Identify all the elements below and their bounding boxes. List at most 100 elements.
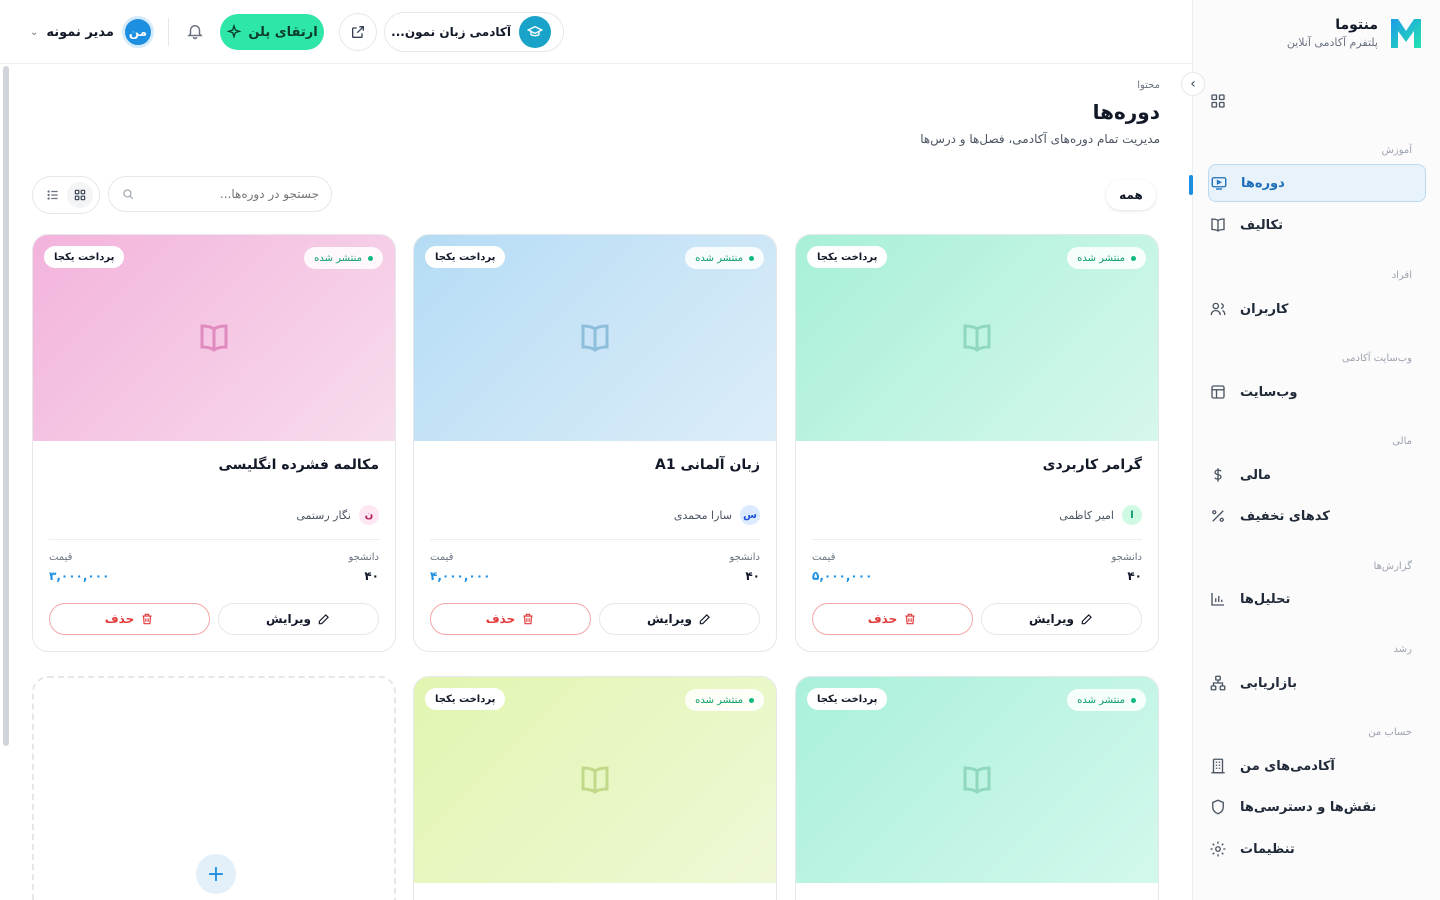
price-label: قیمت xyxy=(49,552,73,563)
status-dot xyxy=(749,697,754,703)
delete-button[interactable]: حذف xyxy=(49,603,210,635)
section-label-reports: گزارش‌ها xyxy=(1373,561,1412,572)
dollar-icon xyxy=(1208,465,1228,485)
sidebar-item-roles[interactable]: نقش‌ها و دسترسی‌ها xyxy=(1208,788,1426,826)
status-badge: منتشر شده xyxy=(685,689,764,711)
course-cover: منتشر شده پرداخت یکجا xyxy=(796,235,1158,441)
edit-button[interactable]: ویرایش xyxy=(981,603,1142,635)
instructor-name: امیر کاظمی xyxy=(1059,508,1114,522)
sidebar-item-assignments[interactable]: تکالیف xyxy=(1208,206,1426,244)
breadcrumb[interactable]: محتوا xyxy=(1137,80,1160,91)
students-label: دانشجو xyxy=(1111,552,1142,563)
scrollbar[interactable] xyxy=(3,66,9,746)
course-card[interactable]: منتشر شده پرداخت یکجا گرامر کاربردی امیر… xyxy=(795,234,1159,652)
page-subtitle: مدیریت تمام دوره‌های آکادمی، فصل‌ها و در… xyxy=(920,132,1160,146)
search-input[interactable] xyxy=(143,187,319,201)
sidebar-item-finance[interactable]: مالی xyxy=(1208,456,1426,494)
price-label: قیمت xyxy=(812,552,836,563)
course-cover: منتشر شده پرداخت یکجا xyxy=(414,677,776,883)
new-course-card[interactable]: + xyxy=(32,676,396,900)
pencil-icon xyxy=(1081,614,1092,625)
search-icon xyxy=(123,189,134,200)
sidebar-item-dashboard[interactable] xyxy=(1208,82,1426,120)
brand: منتوما پلتفرم آکادمی آنلاین xyxy=(1209,14,1424,52)
user-name: مدیر نمونه xyxy=(46,24,114,40)
trash-icon xyxy=(142,613,152,625)
video-icon xyxy=(1209,173,1229,193)
upgrade-plan-button[interactable]: ارتقای پلن xyxy=(220,14,324,50)
price-value: ۴,۰۰۰,۰۰۰ xyxy=(430,569,491,583)
status-dot xyxy=(749,255,754,261)
sidebar-item-label: تحلیل‌ها xyxy=(1240,591,1291,607)
course-card[interactable]: منتشر شده پرداخت یکجا xyxy=(413,676,777,900)
sidebar-item-website[interactable]: وب‌سایت xyxy=(1208,373,1426,411)
users-icon xyxy=(1208,299,1228,319)
payment-badge: پرداخت یکجا xyxy=(807,246,888,268)
sidebar-item-my-academies[interactable]: آکادمی‌های من xyxy=(1208,747,1426,785)
instructor-avatar: س xyxy=(740,505,760,525)
brand-subtitle: پلتفرم آکادمی آنلاین xyxy=(1286,36,1378,49)
course-cover: منتشر شده پرداخت یکجا xyxy=(33,235,395,441)
status-dot xyxy=(1131,697,1136,703)
gear-icon xyxy=(1208,839,1228,859)
price-label: قیمت xyxy=(430,552,454,563)
sidebar-item-label: مالی xyxy=(1240,467,1271,483)
sidebar-item-analytics[interactable]: تحلیل‌ها xyxy=(1208,580,1426,618)
sidebar-item-label: تکالیف xyxy=(1240,217,1283,233)
search-box xyxy=(108,176,332,212)
course-card[interactable]: منتشر شده پرداخت یکجا مکالمه فشرده انگلی… xyxy=(32,234,396,652)
edit-label: ویرایش xyxy=(1029,612,1075,626)
delete-button[interactable]: حذف xyxy=(812,603,973,635)
academy-name: آکادمی زبان نمون... xyxy=(391,25,511,39)
user-menu[interactable]: من مدیر نمونه ⌄ xyxy=(30,14,154,50)
external-link-button[interactable] xyxy=(339,13,377,51)
status-label: منتشر شده xyxy=(314,252,362,264)
chevron-right-icon: › xyxy=(1190,76,1196,92)
course-title: مکالمه فشرده انگلیسی xyxy=(218,457,379,473)
sidebar-item-label: کدهای تخفیف xyxy=(1240,508,1330,524)
delete-label: حذف xyxy=(104,612,135,626)
instructor-avatar: ا xyxy=(1122,505,1142,525)
network-icon xyxy=(1208,673,1228,693)
pencil-icon xyxy=(318,614,329,625)
bar-chart-icon xyxy=(1208,589,1228,609)
sidebar-collapse-button[interactable]: › xyxy=(1181,72,1205,96)
notifications-button[interactable] xyxy=(184,20,206,42)
filter-all-chip[interactable]: همه xyxy=(1106,180,1156,210)
status-badge: منتشر شده xyxy=(685,247,764,269)
status-dot xyxy=(1131,255,1136,261)
course-cover: منتشر شده پرداخت یکجا xyxy=(414,235,776,441)
view-toggle xyxy=(32,176,100,214)
delete-label: حذف xyxy=(867,612,898,626)
delete-button[interactable]: حذف xyxy=(430,603,591,635)
course-stats: دانشجو ۴۰ قیمت ۵,۰۰۰,۰۰۰ xyxy=(812,539,1142,583)
trash-icon xyxy=(905,613,915,625)
grid-view-button[interactable] xyxy=(66,182,93,208)
sidebar-item-label: آکادمی‌های من xyxy=(1240,758,1335,774)
section-label-finance: مالی xyxy=(1392,436,1412,447)
page-title: دوره‌ها xyxy=(1092,100,1160,124)
sidebar-item-courses[interactable]: دوره‌ها xyxy=(1189,164,1426,202)
course-stats: دانشجو ۴۰ قیمت ۴,۰۰۰,۰۰۰ xyxy=(430,539,760,583)
payment-badge: پرداخت یکجا xyxy=(44,246,125,268)
course-title: زبان آلمانی A1 xyxy=(655,457,760,473)
edit-button[interactable]: ویرایش xyxy=(218,603,379,635)
sidebar-item-discounts[interactable]: کدهای تخفیف xyxy=(1208,497,1426,535)
edit-button[interactable]: ویرایش xyxy=(599,603,760,635)
course-card[interactable]: منتشر شده پرداخت یکجا زبان آلمانی A1 سار… xyxy=(413,234,777,652)
list-view-button[interactable] xyxy=(40,182,66,208)
section-label-growth: رشد xyxy=(1393,644,1412,655)
students-count: ۴۰ xyxy=(1127,569,1142,583)
course-stats: دانشجو ۴۰ قیمت ۳,۰۰۰,۰۰۰ xyxy=(49,539,379,583)
sidebar-item-label: بازاریابی xyxy=(1240,675,1297,691)
academy-switcher[interactable]: آکادمی زبان نمون... xyxy=(384,12,564,52)
brand-name: منتوما xyxy=(1335,17,1378,33)
sidebar-item-users[interactable]: کاربران xyxy=(1208,290,1426,328)
book-icon xyxy=(1208,215,1228,235)
payment-badge: پرداخت یکجا xyxy=(807,688,888,710)
sidebar-item-settings[interactable]: تنظیمات xyxy=(1208,830,1426,868)
edit-label: ویرایش xyxy=(647,612,693,626)
course-card[interactable]: منتشر شده پرداخت یکجا xyxy=(795,676,1159,900)
payment-badge: پرداخت یکجا xyxy=(425,688,506,710)
sidebar-item-marketing[interactable]: بازاریابی xyxy=(1208,664,1426,702)
